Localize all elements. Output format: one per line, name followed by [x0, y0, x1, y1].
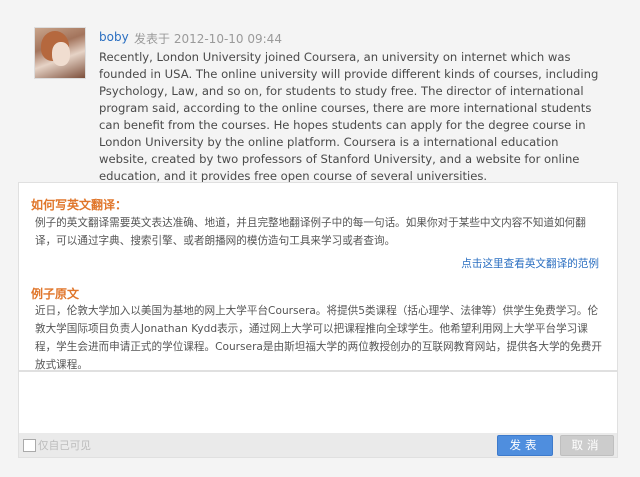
guide-heading: 如何写英文翻译：: [31, 198, 128, 212]
reply-toolbar: 仅自己可见 发表 取消: [18, 433, 618, 458]
self-visible-checkbox[interactable]: [23, 439, 36, 452]
translation-guide-panel: 如何写英文翻译： 例子的英文翻译需要英文表达准确、地道，并且完整地翻译例子中的每…: [18, 182, 618, 371]
post-button[interactable]: 发表: [497, 435, 553, 456]
self-visible-label[interactable]: 仅自己可见: [38, 438, 91, 453]
guide-text: 例子的英文翻译需要英文表达准确、地道，并且完整地翻译例子中的每一句话。如果你对于…: [35, 217, 586, 247]
post-meta: 发表于 2012-10-10 09:44: [134, 32, 282, 46]
example-translation-link[interactable]: 点击这里查看英文翻译的范例: [461, 256, 599, 271]
avatar[interactable]: [34, 27, 86, 79]
example-heading: 例子原文: [31, 287, 80, 301]
cancel-button[interactable]: 取消: [560, 435, 614, 456]
example-text: 近日，伦敦大学加入以美国为基地的网上大学平台Coursera。将提供5类课程（括…: [35, 305, 602, 371]
avatar-face-shape: [52, 42, 70, 66]
reply-textarea[interactable]: [18, 371, 618, 435]
page: boby 发表于 2012-10-10 09:44 Recently, Lond…: [0, 0, 640, 477]
post-item: boby 发表于 2012-10-10 09:44 Recently, Lond…: [0, 0, 640, 183]
post-author[interactable]: boby: [99, 30, 129, 44]
post-body: Recently, London University joined Cours…: [99, 50, 599, 183]
